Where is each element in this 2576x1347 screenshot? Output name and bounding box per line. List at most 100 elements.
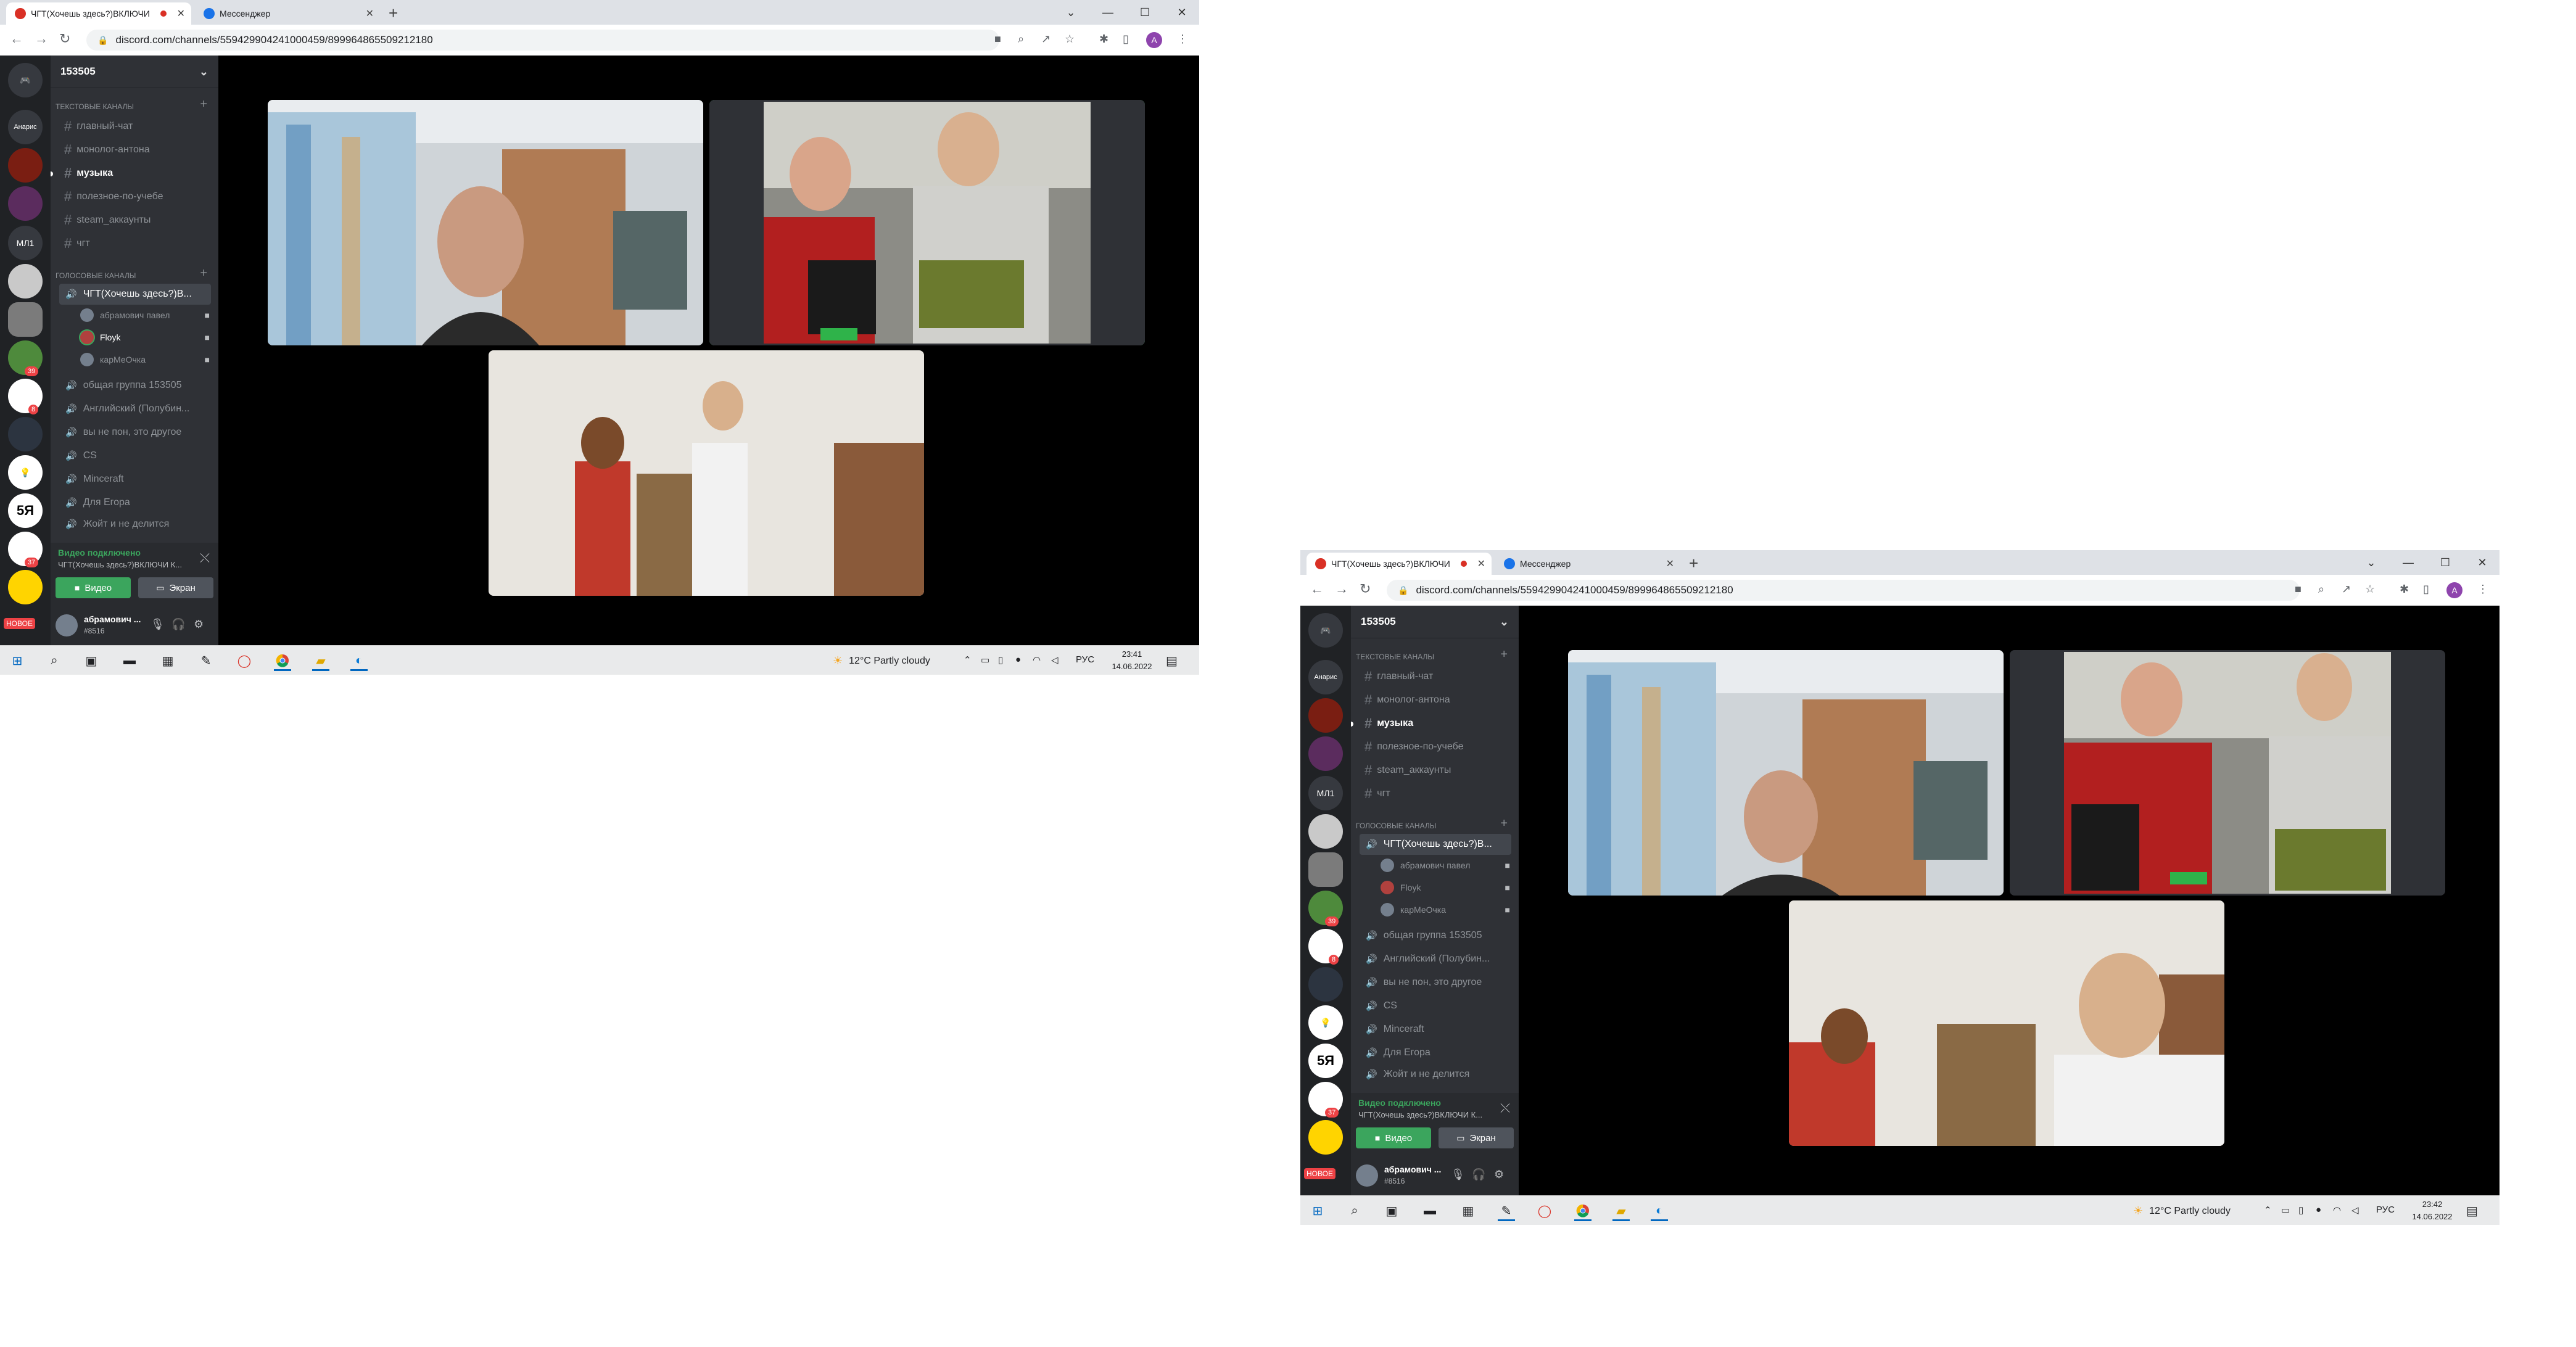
- guild-icon[interactable]: [1308, 736, 1343, 771]
- server-header[interactable]: 153505 ⌄: [1351, 606, 1519, 638]
- system-clock[interactable]: 23:42 14.06.2022: [2411, 1198, 2454, 1223]
- back-button[interactable]: ←: [10, 31, 23, 47]
- avatar[interactable]: [1356, 1164, 1378, 1187]
- maximize-button[interactable]: ☐: [1133, 1, 1157, 23]
- reload-button[interactable]: ↻: [1360, 581, 1371, 597]
- chrome-menu-icon[interactable]: ⋮: [1177, 33, 1188, 46]
- language-indicator[interactable]: РУС: [1076, 654, 1094, 665]
- channel-item[interactable]: # steam_аккаунты: [1360, 760, 1511, 781]
- category-text-channels[interactable]: ТЕКСТОВЫЕ КАНАЛЫ: [56, 102, 134, 111]
- file-explorer-icon[interactable]: ▰: [312, 652, 329, 671]
- opera-icon[interactable]: ◯: [236, 652, 253, 669]
- tab-close-button[interactable]: ✕: [1666, 558, 1674, 570]
- volume-icon[interactable]: ◁: [1051, 654, 1059, 665]
- video-tile[interactable]: [1568, 650, 2004, 896]
- voice-member[interactable]: Floyk ■: [1381, 878, 1513, 897]
- wifi-icon[interactable]: ◠: [2333, 1205, 2341, 1216]
- reload-button[interactable]: ↻: [59, 31, 70, 47]
- weather-widget[interactable]: ☀ 12°C Partly cloudy: [833, 654, 930, 667]
- system-clock[interactable]: 23:41 14.06.2022: [1110, 648, 1154, 673]
- disconnect-button[interactable]: ⤬: [1500, 1102, 1510, 1116]
- task-view-icon[interactable]: ▣: [83, 652, 100, 669]
- device-icon[interactable]: ▯: [2298, 1205, 2303, 1216]
- tab-search-button[interactable]: ⌄: [2359, 551, 2384, 574]
- tab-messenger[interactable]: Мессенджер ✕: [195, 2, 380, 25]
- channel-item[interactable]: # монолог-антона: [59, 139, 211, 160]
- guild-icon[interactable]: 💡: [1308, 1005, 1343, 1040]
- volume-icon[interactable]: ◁: [2351, 1205, 2359, 1216]
- wifi-icon[interactable]: ◠: [1033, 654, 1041, 665]
- microphone-icon[interactable]: 🎙: [1451, 1168, 1465, 1181]
- minimize-button[interactable]: —: [1096, 1, 1120, 23]
- voice-member[interactable]: карМеОчка ■: [80, 350, 212, 369]
- voice-connected-channel[interactable]: ЧГТ(Хочешь здесь?)ВКЛЮЧИ К...: [58, 560, 188, 569]
- video-tile[interactable]: [2010, 650, 2445, 896]
- guild-icon[interactable]: Анарис: [1308, 660, 1343, 694]
- video-tile-speaking[interactable]: [709, 100, 1145, 345]
- device-icon[interactable]: ▯: [998, 654, 1003, 665]
- settings-gear-icon[interactable]: ⚙: [194, 618, 204, 631]
- new-tab-button[interactable]: +: [1689, 554, 1698, 573]
- sidepanel-icon[interactable]: ▯: [1123, 33, 1129, 46]
- microphone-tray-icon[interactable]: ●: [1015, 654, 1021, 665]
- video-tile[interactable]: [1789, 900, 2224, 1146]
- battery-icon[interactable]: ▭: [2281, 1205, 2290, 1216]
- guild-icon[interactable]: [8, 186, 43, 221]
- camera-icon[interactable]: ■: [2295, 583, 2301, 596]
- url-input[interactable]: 🔒 discord.com/channels/55942990424100045…: [1387, 580, 2300, 601]
- tab-close-button[interactable]: ✕: [177, 7, 185, 20]
- voice-channel-selected[interactable]: 🔊 ЧГТ(Хочешь здесь?)В...: [59, 284, 211, 305]
- url-input[interactable]: 🔒 discord.com/channels/55942990424100045…: [86, 30, 999, 51]
- channel-item[interactable]: # чгт: [1360, 783, 1511, 804]
- voice-channel[interactable]: 🔊 Для Егора: [1360, 1042, 1511, 1063]
- guild-icon[interactable]: [8, 417, 43, 451]
- voice-member[interactable]: абрамович павел ■: [80, 306, 212, 324]
- discord-home-icon[interactable]: 🎮: [8, 63, 43, 97]
- voice-channel[interactable]: 🔊 CS: [59, 445, 211, 466]
- notification-icon[interactable]: ▤: [2466, 1203, 2478, 1219]
- voice-channel[interactable]: 🔊 Жойт и не делится: [1360, 1066, 1511, 1083]
- forward-button[interactable]: →: [1335, 581, 1348, 597]
- tray-overflow-icon[interactable]: ⌃: [964, 654, 972, 665]
- guild-icon[interactable]: [1308, 698, 1343, 733]
- guild-icon[interactable]: [1308, 1120, 1343, 1155]
- new-tab-button[interactable]: +: [389, 4, 398, 23]
- voice-channel-selected[interactable]: 🔊 ЧГТ(Хочешь здесь?)В...: [1360, 834, 1511, 855]
- tab-discord[interactable]: ЧГТ(Хочешь здесь?)ВКЛЮЧИ ✕: [6, 2, 191, 25]
- microphone-icon[interactable]: 🎙: [151, 618, 165, 631]
- guild-icon[interactable]: 5Я: [1308, 1044, 1343, 1078]
- windows-start-icon[interactable]: ⊞: [1309, 1202, 1326, 1219]
- voice-channel[interactable]: 🔊 Английский (Полубин...: [59, 398, 211, 419]
- tab-close-button[interactable]: ✕: [366, 7, 374, 20]
- weather-widget[interactable]: ☀ 12°C Partly cloudy: [2133, 1205, 2231, 1217]
- screen-share-button[interactable]: ▭ Экран: [1439, 1127, 1514, 1148]
- language-indicator[interactable]: РУС: [2376, 1205, 2395, 1215]
- headset-icon[interactable]: 🎧: [1472, 1168, 1485, 1181]
- guild-icon[interactable]: [8, 570, 43, 604]
- chrome-icon[interactable]: [1574, 1202, 1591, 1221]
- disconnect-button[interactable]: ⤬: [200, 551, 210, 566]
- channel-item[interactable]: # steam_аккаунты: [59, 210, 211, 231]
- window-close-button[interactable]: ✕: [2470, 551, 2495, 574]
- window-close-button[interactable]: ✕: [1170, 1, 1194, 23]
- chrome-icon[interactable]: [274, 652, 291, 671]
- camera-icon[interactable]: ■: [994, 33, 1001, 46]
- voice-channel[interactable]: 🔊 вы не пон, это другое: [59, 422, 211, 443]
- video-tile[interactable]: [268, 100, 703, 345]
- notification-icon[interactable]: ▤: [1166, 653, 1178, 669]
- search-icon[interactable]: ⌕: [1346, 1202, 1363, 1219]
- voice-channel[interactable]: 🔊 вы не пон, это другое: [1360, 972, 1511, 993]
- zoom-icon[interactable]: ⌕: [1018, 33, 1024, 46]
- sidepanel-icon[interactable]: ▯: [2423, 583, 2429, 596]
- tab-messenger[interactable]: Мессенджер ✕: [1495, 553, 1680, 575]
- opera-icon[interactable]: ◯: [1536, 1202, 1553, 1219]
- calculator-icon[interactable]: ▦: [1459, 1202, 1477, 1219]
- voice-member[interactable]: карМеОчка ■: [1381, 900, 1513, 919]
- tray-overflow-icon[interactable]: ⌃: [2264, 1205, 2272, 1216]
- channel-item[interactable]: # главный-чат: [59, 116, 211, 137]
- guild-icon[interactable]: Анарис: [8, 110, 43, 144]
- guild-icon[interactable]: [8, 302, 43, 337]
- maximize-button[interactable]: ☐: [2433, 551, 2458, 574]
- guild-icon[interactable]: МЛ1: [8, 226, 43, 260]
- paint-icon[interactable]: ✎: [1498, 1202, 1515, 1221]
